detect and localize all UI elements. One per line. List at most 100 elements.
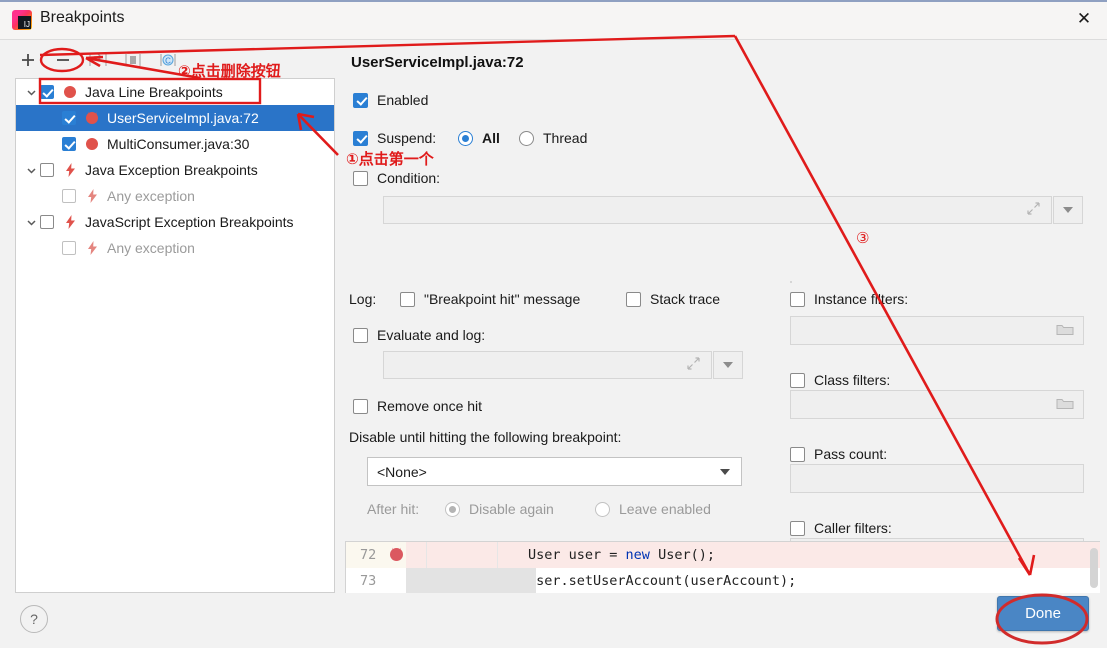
tree-node-label: Java Line Breakpoints — [85, 84, 223, 100]
folder-icon[interactable] — [1056, 396, 1074, 413]
stack-trace-checkbox[interactable] — [626, 291, 641, 307]
expand-icon[interactable] — [1026, 201, 1041, 219]
done-button[interactable]: Done — [997, 596, 1089, 631]
view-breakpoint-source-button[interactable] — [121, 48, 145, 72]
chevron-down-icon[interactable] — [22, 87, 40, 98]
close-icon[interactable]: ✕ — [1061, 0, 1107, 38]
caller-filters-checkbox[interactable] — [790, 520, 805, 536]
code-scrollbar[interactable] — [1090, 548, 1098, 588]
condition-row[interactable]: Condition: — [353, 170, 440, 186]
pass-count-input[interactable] — [790, 464, 1084, 493]
tree-node-label: Java Exception Breakpoints — [85, 162, 258, 178]
condition-input[interactable] — [383, 196, 1052, 224]
class-filters-row[interactable]: Class filters: — [790, 372, 890, 388]
tree-node-java-exception-breakpoints[interactable]: Java Exception Breakpoints — [16, 157, 334, 183]
pass-count-row[interactable]: Pass count: — [790, 446, 887, 462]
evaluate-and-log-input[interactable] — [383, 351, 712, 379]
expand-icon[interactable] — [686, 356, 701, 374]
class-filters-label: Class filters: — [814, 372, 891, 388]
evaluate-and-log-row[interactable]: Evaluate and log: — [353, 327, 485, 343]
suspend-thread-option[interactable]: Thread — [519, 130, 587, 146]
folder-icon[interactable] — [1056, 322, 1074, 339]
suspend-thread-label: Thread — [543, 130, 588, 146]
after-hit-leave-enabled-radio[interactable] — [595, 501, 610, 517]
after-hit-disable-again-radio[interactable] — [445, 501, 460, 517]
condition-dropdown-button[interactable] — [1053, 196, 1083, 224]
line-number: 73 — [360, 573, 377, 589]
after-hit-label: After hit: — [367, 501, 420, 517]
suspend-checkbox[interactable] — [353, 130, 368, 146]
suspend-all-option[interactable]: All — [458, 130, 500, 146]
exception-bolt-icon — [82, 241, 102, 255]
chevron-down-icon[interactable] — [22, 217, 40, 228]
after-hit-leave-enabled-label: Leave enabled — [619, 501, 711, 517]
tree-node-java-line-breakpoints[interactable]: Java Line Breakpoints — [16, 79, 334, 105]
instance-filters-input[interactable] — [790, 316, 1084, 345]
tree-node-any-exception-js[interactable]: Any exception — [16, 235, 334, 261]
enabled-label: Enabled — [377, 92, 429, 108]
condition-checkbox[interactable] — [353, 170, 368, 186]
evaluate-and-log-label: Evaluate and log: — [377, 327, 486, 343]
suspend-all-radio[interactable] — [458, 130, 473, 146]
pass-count-checkbox[interactable] — [790, 446, 805, 462]
remove-breakpoint-button[interactable] — [51, 48, 75, 72]
tree-node-userserviceimpl[interactable]: UserServiceImpl.java:72 — [16, 105, 334, 131]
remove-once-hit-checkbox[interactable] — [353, 398, 368, 414]
suspend-thread-radio[interactable] — [519, 130, 534, 146]
code-preview[interactable]: 72 User user = new User(); 73 user.setUs… — [345, 541, 1100, 593]
tree-node-label: Any exception — [107, 188, 195, 204]
stack-trace-row[interactable]: Stack trace — [626, 291, 720, 307]
tree-node-checkbox[interactable] — [40, 163, 54, 177]
condition-label: Condition: — [377, 170, 441, 186]
chevron-down-icon[interactable] — [22, 165, 40, 176]
code-text: user.setUserAccount(userAccount); — [528, 573, 797, 589]
class-filters-input[interactable] — [790, 390, 1084, 419]
log-message-checkbox[interactable] — [400, 291, 415, 307]
group-by-class-button[interactable]: C — [156, 48, 180, 72]
tree-node-checkbox[interactable] — [62, 137, 76, 151]
tree-node-checkbox[interactable] — [40, 85, 54, 99]
breakpoint-dot-icon — [60, 86, 80, 98]
log-message-row[interactable]: "Breakpoint hit" message — [400, 291, 580, 307]
evaluate-and-log-checkbox[interactable] — [353, 327, 368, 343]
annotation-note-one: ①点击第一个 — [346, 150, 434, 168]
caller-filters-label: Caller filters: — [814, 520, 892, 536]
exception-bolt-icon — [60, 163, 80, 177]
instance-filters-row[interactable]: Instance filters: — [790, 291, 908, 307]
help-button[interactable]: ? — [20, 605, 48, 633]
breakpoint-title: UserServiceImpl.java:72 — [351, 54, 524, 71]
after-hit-leave-enabled-option[interactable]: Leave enabled — [595, 501, 711, 517]
tree-node-any-exception-java[interactable]: Any exception — [16, 183, 334, 209]
remove-once-hit-row[interactable]: Remove once hit — [353, 398, 482, 414]
intellij-idea-logo-icon: IJ — [12, 10, 32, 30]
tree-node-checkbox[interactable] — [62, 189, 76, 203]
class-filters-checkbox[interactable] — [790, 372, 805, 388]
log-message-label: "Breakpoint hit" message — [424, 291, 581, 307]
mute-breakpoints-button[interactable] — [86, 48, 110, 72]
enabled-checkbox[interactable] — [353, 92, 368, 108]
instance-filters-checkbox[interactable] — [790, 291, 805, 307]
code-text: User user = new User(); — [528, 547, 715, 563]
pass-count-label: Pass count: — [814, 446, 888, 462]
tree-node-checkbox[interactable] — [62, 241, 76, 255]
tree-node-javascript-exception-breakpoints[interactable]: JavaScript Exception Breakpoints — [16, 209, 334, 235]
indent-guide-column — [427, 542, 498, 568]
disable-until-combobox[interactable]: <None> — [367, 457, 742, 486]
fold-column — [406, 542, 427, 568]
breakpoint-dot-icon[interactable] — [390, 548, 403, 561]
add-breakpoint-button[interactable] — [16, 48, 40, 72]
enabled-row[interactable]: Enabled — [353, 92, 428, 108]
tree-node-checkbox[interactable] — [40, 215, 54, 229]
code-line-72: 72 User user = new User(); — [346, 542, 1100, 568]
tree-node-multiconsumer[interactable]: MultiConsumer.java:30 — [16, 131, 334, 157]
disable-until-value: <None> — [377, 463, 427, 480]
remove-once-hit-label: Remove once hit — [377, 398, 483, 414]
after-hit-disable-again-option[interactable]: Disable again — [445, 501, 554, 517]
instance-filters-label: Instance filters: — [814, 291, 909, 307]
breakpoints-tree[interactable]: Java Line Breakpoints UserServiceImpl.ja… — [15, 78, 335, 593]
evaluate-and-log-dropdown-button[interactable] — [713, 351, 743, 379]
tree-node-checkbox[interactable] — [62, 111, 76, 125]
caller-filters-row[interactable]: Caller filters: — [790, 520, 892, 536]
suspend-row[interactable]: Suspend: — [353, 130, 436, 146]
after-hit-label-row: After hit: — [367, 501, 419, 517]
